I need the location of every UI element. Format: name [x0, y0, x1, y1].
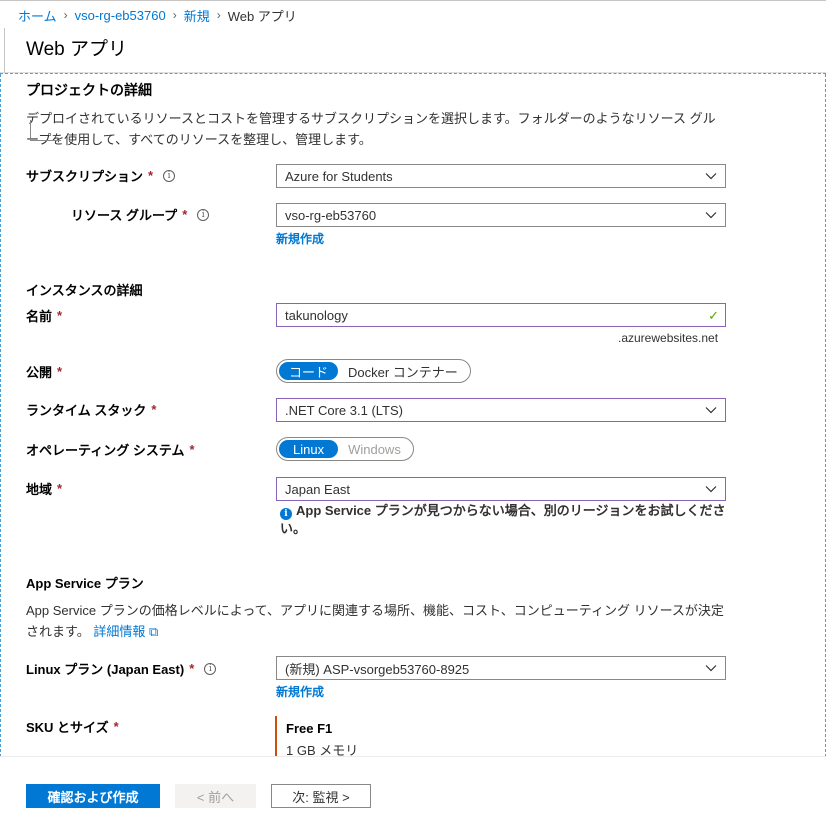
sku-summary[interactable]: Free F1 1 GB メモリ [275, 716, 475, 756]
name-label-text: 名前 [26, 309, 53, 324]
chevron-right-icon: › [63, 8, 68, 22]
publish-toggle: コード Docker コンテナー [276, 359, 471, 383]
publish-label-text: 公開 [26, 365, 53, 380]
linux-plan-value: (新規) ASP-vsorgeb53760-8925 [285, 661, 470, 677]
app-name-value: takunology [285, 307, 348, 323]
next-monitoring-button[interactable]: 次: 監視 > [271, 784, 371, 808]
info-icon[interactable]: i [204, 662, 217, 675]
chevron-down-icon [705, 212, 717, 219]
chevron-down-icon [705, 486, 717, 493]
checkmark-icon: ✓ [708, 308, 719, 323]
top-border [0, 0, 826, 1]
publish-option-docker[interactable]: Docker コンテナー [338, 362, 468, 380]
create-new-plan-link[interactable]: 新規作成 [276, 683, 324, 700]
sku-memory: 1 GB メモリ [286, 743, 359, 756]
more-info-link[interactable]: 詳細情報 [93, 624, 145, 639]
app-service-plan-description: App Service プランの価格レベルによって、アプリに関連する場所、機能、… [26, 600, 746, 642]
region-info-message: i App Service プランが見つからない場合、別のリージョンをお試しくださ… [280, 502, 730, 538]
subscription-value: Azure for Students [285, 168, 393, 184]
required-marker: * [151, 402, 157, 417]
external-link-icon[interactable]: ⧉ [149, 624, 158, 639]
sku-size-label-text: SKU とサイズ [26, 720, 109, 735]
subscription-label-text: サブスクリプション [26, 169, 144, 184]
sku-size-label: SKU とサイズ * [26, 717, 119, 736]
description-text: されます。 [26, 624, 90, 639]
description-line-with-link: されます。 詳細情報 ⧉ [26, 621, 746, 642]
os-label: オペレーティング システム * [26, 440, 195, 459]
runtime-stack-select[interactable]: .NET Core 3.1 (LTS) [276, 398, 726, 422]
subscription-label: サブスクリプション * i [26, 166, 176, 185]
review-create-button[interactable]: 確認および作成 [26, 784, 160, 808]
runtime-stack-label: ランタイム スタック * [26, 400, 156, 419]
required-marker: * [113, 719, 119, 734]
os-option-windows[interactable]: Windows [338, 440, 411, 458]
title-divider [4, 28, 5, 73]
breadcrumb: ホーム › vso-rg-eb53760 › 新規 › Web アプリ [18, 6, 297, 24]
required-marker: * [57, 364, 63, 379]
publish-label: 公開 * [26, 362, 62, 381]
description-line: デプロイされているリソースとコストを管理するサブスクリプションを選択します。フォ… [26, 111, 716, 126]
region-select[interactable]: Japan East [276, 477, 726, 501]
required-marker: * [57, 481, 63, 496]
app-name-input[interactable]: takunology ✓ [276, 303, 726, 327]
region-label: 地域 * [26, 479, 62, 498]
info-icon[interactable]: i [197, 208, 210, 221]
required-marker: * [57, 308, 63, 323]
os-option-linux[interactable]: Linux [279, 440, 339, 458]
breadcrumb-web-app: Web アプリ [227, 8, 297, 24]
os-toggle: Linux Windows [276, 437, 414, 461]
info-icon[interactable]: i [163, 169, 176, 182]
resource-group-label-text: リソース グループ [71, 208, 178, 223]
sku-name: Free F1 [286, 721, 333, 736]
project-details-description: デプロイされているリソースとコストを管理するサブスクリプションを選択します。フォ… [26, 108, 726, 150]
os-label-text: オペレーティング システム [26, 443, 185, 458]
focus-outline-left [0, 74, 1, 756]
title-bar: Web アプリ [0, 28, 826, 73]
instance-details-heading: インスタンスの詳細 [26, 283, 143, 298]
project-details-heading: プロジェクトの詳細 [26, 82, 152, 98]
tree-connector-horizontal [30, 140, 61, 141]
required-marker: * [189, 661, 195, 676]
linux-plan-label: Linux プラン (Japan East) * i [26, 659, 217, 678]
name-label: 名前 * [26, 306, 62, 325]
runtime-stack-value: .NET Core 3.1 (LTS) [285, 402, 403, 418]
linux-plan-label-text: Linux プラン (Japan East) [26, 662, 185, 677]
chevron-down-icon [705, 173, 717, 180]
region-label-text: 地域 [26, 482, 53, 497]
footer-actions: 確認および作成 < 前へ 次: 監視 > [0, 756, 826, 813]
form-scroll-area[interactable]: プロジェクトの詳細 デプロイされているリソースとコストを管理するサブスクリプショ… [0, 73, 826, 756]
chevron-down-icon [705, 665, 717, 672]
region-info-text: App Service プランが見つからない場合、別のリージョンをお試しくださ [296, 503, 726, 518]
required-marker: * [189, 442, 195, 457]
linux-plan-select[interactable]: (新規) ASP-vsorgeb53760-8925 [276, 656, 726, 680]
resource-group-value: vso-rg-eb53760 [285, 207, 377, 223]
chevron-right-icon: › [172, 8, 177, 22]
publish-option-code[interactable]: コード [279, 362, 339, 380]
tree-connector-vertical [30, 120, 31, 140]
resource-group-label: リソース グループ * i [71, 205, 210, 224]
create-new-resource-group-link[interactable]: 新規作成 [276, 230, 324, 247]
chevron-down-icon [705, 407, 717, 414]
description-line: ープを使用して、すべてのリソースを整理し、管理します。 [26, 132, 372, 147]
required-marker: * [182, 207, 188, 222]
info-filled-icon: i [280, 508, 292, 520]
description-line: App Service プランの価格レベルによって、アプリに関連する場所、機能、… [26, 603, 724, 618]
resource-group-select[interactable]: vso-rg-eb53760 [276, 203, 726, 227]
page-title: Web アプリ [26, 39, 128, 60]
breadcrumb-home[interactable]: ホーム [18, 6, 57, 25]
app-service-plan-heading: App Service プラン [26, 576, 144, 591]
subscription-select[interactable]: Azure for Students [276, 164, 726, 188]
chevron-right-icon: › [216, 8, 221, 22]
runtime-stack-label-text: ランタイム スタック [26, 403, 147, 418]
domain-suffix: .azurewebsites.net [618, 331, 719, 345]
breadcrumb-new[interactable]: 新規 [184, 6, 210, 25]
required-marker: * [148, 168, 154, 183]
previous-button[interactable]: < 前へ [175, 784, 256, 808]
breadcrumb-resource-group[interactable]: vso-rg-eb53760 [75, 8, 166, 23]
region-info-text-cont: い。 [280, 521, 307, 536]
region-value: Japan East [285, 481, 351, 497]
